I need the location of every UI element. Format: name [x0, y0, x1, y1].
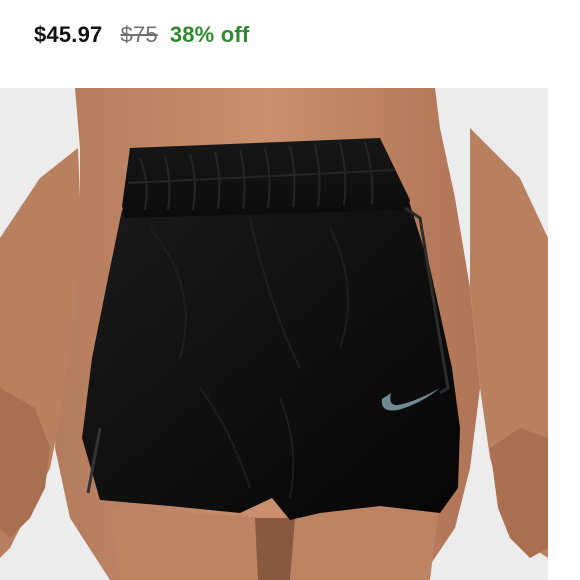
price-row: $45.97 $75 38% off	[34, 22, 249, 48]
shorts-illustration	[0, 88, 548, 580]
product-photo[interactable]	[0, 88, 548, 580]
price-bar: $45.97 $75 38% off	[0, 0, 580, 88]
original-price: $75	[120, 22, 158, 47]
shorts-body	[82, 198, 460, 520]
left-leg	[110, 508, 270, 580]
current-price: $45.97	[34, 22, 103, 47]
inner-leg-shadow	[255, 518, 295, 580]
discount-label: 38% off	[169, 22, 250, 47]
listing-page: $45.97 $75 38% off	[0, 0, 580, 580]
